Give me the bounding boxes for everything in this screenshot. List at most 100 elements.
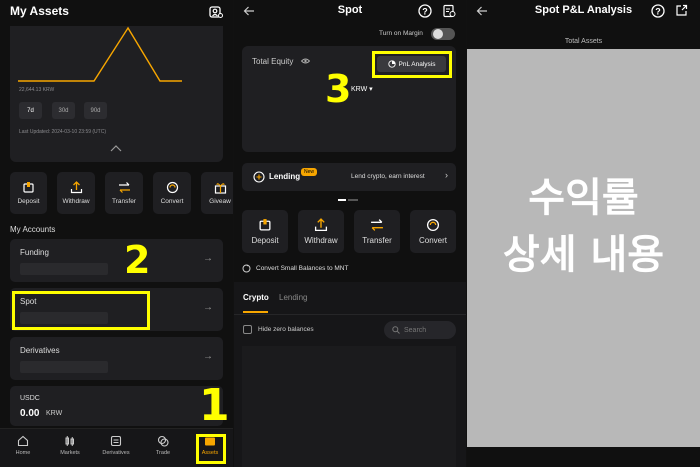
transfer-label: Transfer	[112, 198, 136, 205]
nav-trade[interactable]: Trade	[140, 435, 186, 456]
pnl-analysis-screen: Spot P&L Analysis ? Total Assets 수익률 상세 …	[467, 0, 700, 467]
nav-markets[interactable]: Markets	[47, 435, 93, 456]
refresh-icon	[242, 264, 251, 272]
usdc-label: USDC	[20, 395, 40, 402]
chevron-up-icon[interactable]	[108, 143, 124, 153]
nav-label: Markets	[60, 450, 80, 456]
spot-screen: Spot ? Turn on Margin Total Equity KRW ▾…	[234, 0, 466, 467]
candlestick-icon	[65, 436, 74, 446]
asset-line-chart	[18, 26, 182, 82]
total-equity-label: Total Equity	[252, 57, 294, 66]
margin-label: Turn on Margin	[379, 30, 423, 37]
derivatives-icon	[110, 435, 122, 447]
convert-icon	[166, 181, 178, 194]
holdings-list	[242, 346, 456, 467]
convert-icon	[426, 218, 440, 232]
highlight-assets-tab	[196, 434, 226, 464]
my-accounts-heading: My Accounts	[10, 225, 56, 234]
transfer-button[interactable]: Transfer	[105, 172, 143, 214]
deposit-button[interactable]: Deposit	[10, 172, 47, 214]
range-90d-button[interactable]: 90d	[84, 102, 107, 119]
tab-divider	[234, 314, 466, 315]
trade-icon	[157, 435, 169, 447]
nav-label: Trade	[155, 450, 171, 456]
my-assets-screen: My Assets 22,644.13 KRW 7d 30d 90d Last …	[0, 0, 233, 467]
range-7d-button[interactable]: 7d	[19, 102, 42, 119]
account-settings-icon[interactable]	[208, 4, 224, 20]
header: My Assets	[0, 0, 233, 26]
page-title: My Assets	[10, 4, 69, 18]
chevron-right-icon: ›	[445, 170, 448, 180]
tab-crypto[interactable]: Crypto	[243, 293, 269, 302]
convert-small-label: Convert Small Balances to MNT	[256, 264, 349, 272]
nav-home[interactable]: Home	[0, 435, 46, 456]
search-icon	[392, 326, 400, 334]
overlay-text-line1: 수익률	[528, 175, 639, 221]
history-icon[interactable]	[441, 3, 456, 18]
spot-deposit-button[interactable]: Deposit	[242, 210, 288, 253]
giveaway-label: Giveaw	[209, 198, 231, 205]
margin-toggle[interactable]	[431, 28, 455, 40]
transfer-label: Transfer	[362, 236, 392, 245]
last-updated: Last Updated: 2024-03-10 23:59 (UTC)	[19, 129, 106, 135]
step-number-3: 3	[325, 67, 352, 111]
step-number-1: 1	[199, 380, 230, 431]
deposit-label: Deposit	[251, 236, 279, 245]
withdraw-icon	[70, 181, 82, 194]
carousel-dot-active	[338, 199, 346, 201]
range-30d-button[interactable]: 30d	[52, 102, 75, 119]
help-icon[interactable]: ?	[650, 3, 665, 18]
hide-zero-checkbox[interactable]	[243, 325, 252, 334]
currency-selector[interactable]: KRW ▾	[351, 85, 373, 93]
search-placeholder: Search	[404, 326, 427, 334]
svg-text:?: ?	[655, 6, 661, 16]
currency-label: KRW	[351, 86, 368, 93]
convert-label: Convert	[160, 198, 184, 205]
chart-value: 22,644.13 KRW	[19, 87, 55, 93]
arrow-right-icon: →	[203, 253, 213, 264]
convert-button[interactable]: Convert	[153, 172, 191, 214]
withdraw-label: Withdraw	[62, 198, 90, 205]
account-name: Derivatives	[20, 346, 60, 355]
deposit-icon	[259, 219, 271, 231]
convert-label: Convert	[418, 236, 447, 245]
lending-banner[interactable]: Lending New Lend crypto, earn interest ›	[242, 163, 456, 191]
account-row-derivatives[interactable]: Derivatives →	[10, 337, 223, 380]
arrow-right-icon: →	[203, 302, 213, 313]
spot-convert-button[interactable]: Convert	[410, 210, 456, 253]
page-title: Spot P&L Analysis	[534, 4, 633, 16]
highlight-pnl-button	[372, 51, 452, 78]
masked-balance	[20, 361, 108, 373]
tab-lending[interactable]: Lending	[279, 293, 307, 302]
convert-small-balances-link[interactable]: Convert Small Balances to MNT	[242, 263, 348, 273]
search-input[interactable]: Search	[384, 321, 456, 339]
total-assets-label: Total Assets	[564, 38, 603, 45]
svg-text:?: ?	[422, 6, 428, 16]
step-number-2: 2	[124, 238, 151, 282]
share-icon[interactable]	[674, 3, 689, 18]
nav-label: Derivatives	[102, 450, 130, 456]
eye-icon[interactable]	[300, 56, 310, 66]
lending-icon	[253, 171, 265, 183]
deposit-label: Deposit	[17, 198, 40, 205]
nav-derivatives[interactable]: Derivatives	[93, 435, 139, 456]
giveaway-button[interactable]: Giveaw	[201, 172, 233, 214]
nav-label: Home	[15, 450, 31, 456]
transfer-icon	[118, 182, 130, 193]
transfer-icon	[371, 219, 383, 231]
overlay-text-line2: 상세 내용	[502, 232, 665, 278]
usdc-unit: KRW	[46, 410, 63, 417]
account-row-funding[interactable]: Funding →	[10, 239, 223, 282]
withdraw-label: Withdraw	[304, 236, 338, 245]
withdraw-icon	[314, 218, 328, 232]
lending-description: Lend crypto, earn interest	[351, 173, 425, 180]
help-icon[interactable]: ?	[417, 3, 432, 18]
home-icon	[17, 435, 29, 447]
masked-balance	[20, 263, 108, 275]
account-row-usdc[interactable]: USDC 0.00 KRW	[10, 386, 223, 426]
deposit-icon	[23, 182, 34, 193]
withdraw-button[interactable]: Withdraw	[57, 172, 95, 214]
spot-transfer-button[interactable]: Transfer	[354, 210, 400, 253]
spot-withdraw-button[interactable]: Withdraw	[298, 210, 344, 253]
highlight-spot-account	[12, 291, 150, 330]
